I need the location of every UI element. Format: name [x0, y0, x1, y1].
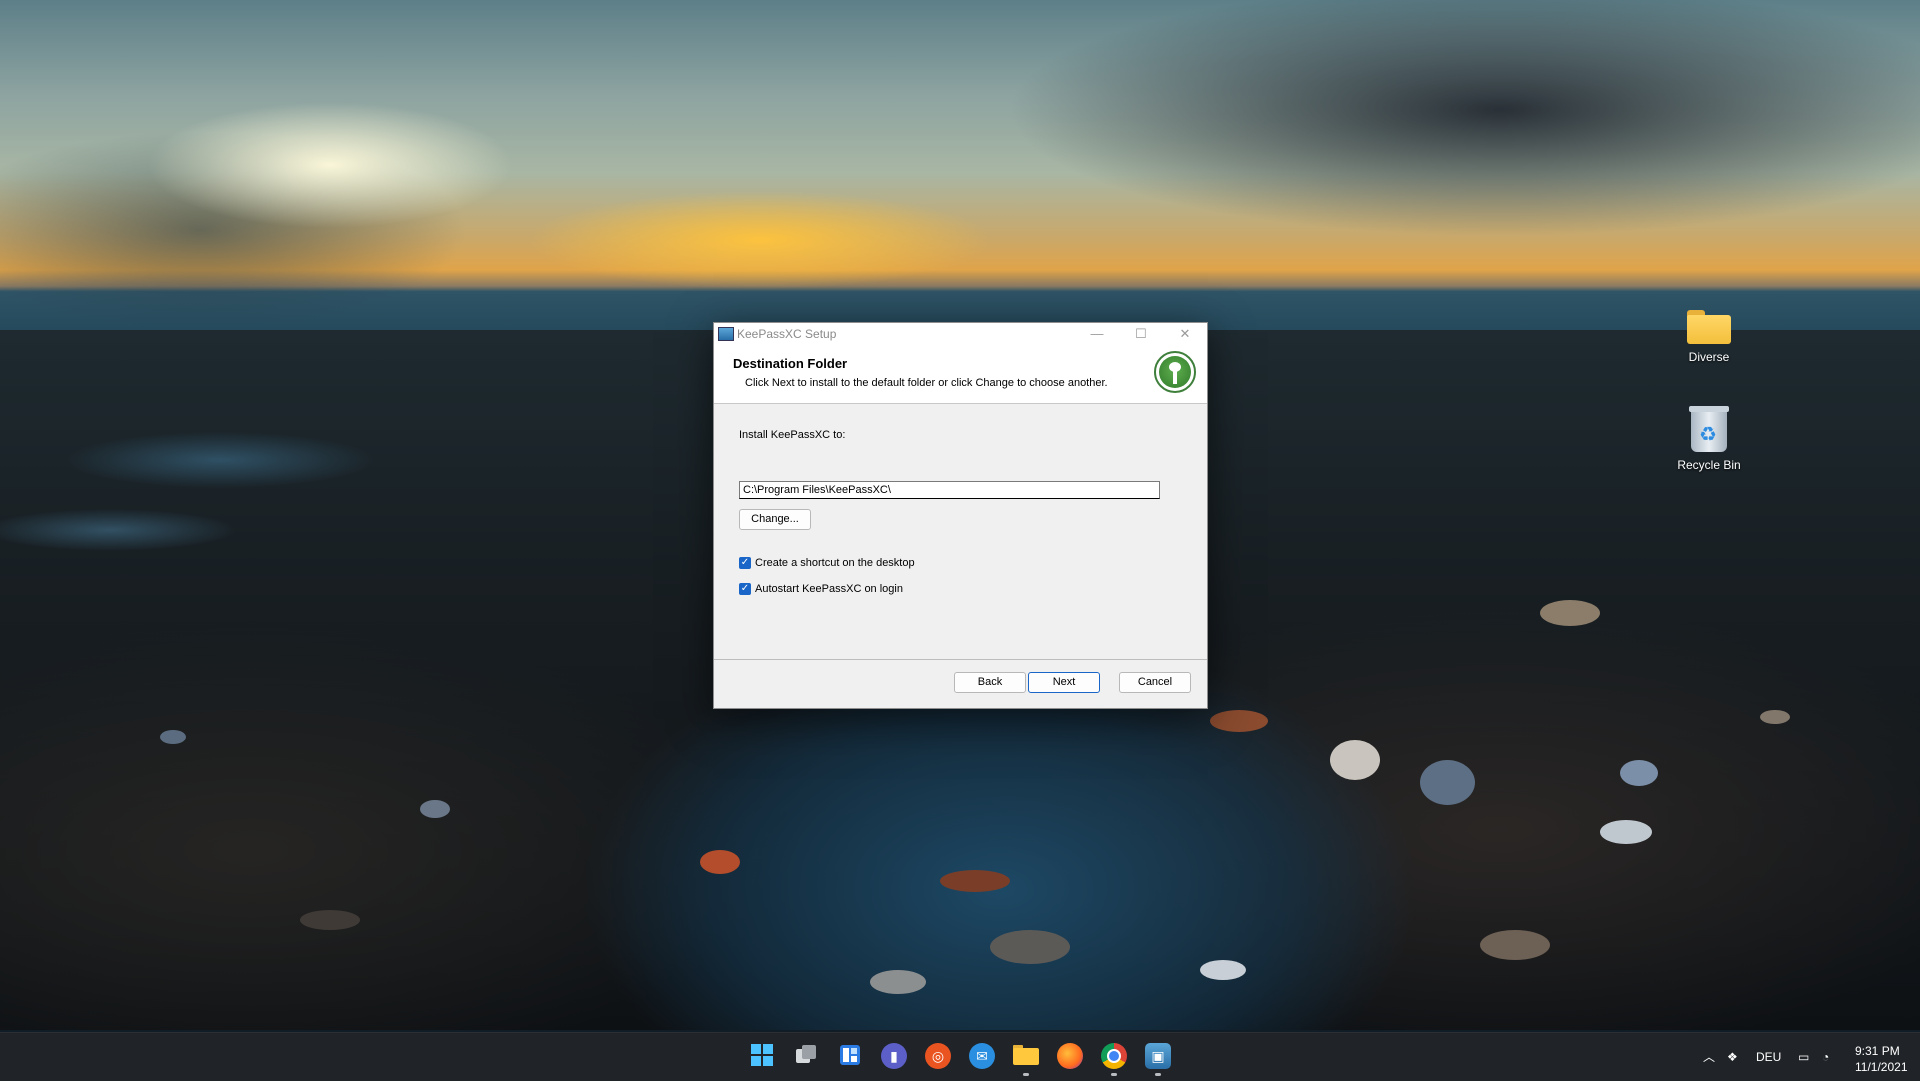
- installer-icon: ▣: [1151, 1048, 1165, 1064]
- chrome-button[interactable]: [1101, 1043, 1127, 1069]
- desktop-icon-label: Recycle Bin: [1677, 458, 1741, 472]
- keepassxc-logo-icon: [1154, 351, 1196, 393]
- page-subheading: Click Next to install to the default fol…: [745, 377, 1108, 389]
- minimize-button[interactable]: —: [1075, 323, 1119, 345]
- running-indicator: [1111, 1073, 1117, 1076]
- cancel-button[interactable]: Cancel: [1119, 672, 1191, 693]
- folder-icon: [1013, 1045, 1039, 1065]
- start-button[interactable]: [749, 1043, 775, 1069]
- setup-dialog: KeePassXC Setup — ☐ ✕ Destination Folder…: [713, 322, 1208, 709]
- windows-icon: [751, 1044, 773, 1066]
- keepassxc-setup-button[interactable]: ▣: [1145, 1043, 1171, 1069]
- shortcut-checkbox[interactable]: ✓: [739, 557, 751, 569]
- network-icon[interactable]: ▭: [1798, 1033, 1809, 1081]
- chrome-icon: [1107, 1049, 1121, 1063]
- checkbox-label: Create a shortcut on the desktop: [755, 557, 915, 569]
- close-button[interactable]: ✕: [1163, 323, 1207, 345]
- checkbox-label: Autostart KeePassXC on login: [755, 583, 903, 595]
- file-explorer-button[interactable]: [1013, 1043, 1039, 1069]
- desktop-icon-diverse[interactable]: Diverse: [1667, 310, 1751, 364]
- app-icon: ✉: [976, 1048, 988, 1064]
- app-button[interactable]: ✉: [969, 1043, 995, 1069]
- chat-icon: ▮: [890, 1048, 898, 1064]
- firefox-button[interactable]: [1057, 1043, 1083, 1069]
- ubuntu-icon: ◎: [931, 1048, 945, 1064]
- recycle-bin-icon: ♻: [1689, 406, 1729, 452]
- dialog-header: Destination Folder Click Next to install…: [714, 345, 1207, 404]
- widgets-icon: [840, 1045, 860, 1065]
- title-bar[interactable]: KeePassXC Setup — ☐ ✕: [714, 323, 1207, 345]
- clock-time[interactable]: 9:31 PM: [1855, 1044, 1900, 1058]
- maximize-button[interactable]: ☐: [1119, 323, 1163, 345]
- taskbar: ▮ ◎ ✉ ▣ ︿ ❖ DEU ▭ ◔ 9:31 PM 11/1/2021: [0, 1032, 1920, 1081]
- chevron-up-icon[interactable]: ︿: [1703, 1033, 1715, 1081]
- sound-icon[interactable]: ◔: [1822, 1033, 1829, 1081]
- install-path-input[interactable]: [739, 481, 1160, 499]
- page-heading: Destination Folder: [733, 356, 848, 371]
- folder-icon: [1687, 310, 1731, 344]
- footer-divider: [714, 659, 1207, 660]
- clock-date[interactable]: 11/1/2021: [1855, 1060, 1908, 1074]
- installer-icon: [718, 327, 734, 341]
- task-view-icon: [796, 1045, 816, 1063]
- running-indicator: [1155, 1073, 1161, 1076]
- window-title: KeePassXC Setup: [737, 327, 837, 341]
- chat-button[interactable]: ▮: [881, 1043, 907, 1069]
- task-view-button[interactable]: [793, 1043, 819, 1069]
- ubuntu-button[interactable]: ◎: [925, 1043, 951, 1069]
- running-indicator: [1023, 1073, 1029, 1076]
- autostart-checkbox[interactable]: ✓: [739, 583, 751, 595]
- language-indicator[interactable]: DEU: [1756, 1033, 1781, 1081]
- change-button[interactable]: Change...: [739, 509, 811, 530]
- desktop-icon-label: Diverse: [1688, 350, 1730, 364]
- install-label: Install KeePassXC to:: [739, 429, 846, 441]
- desktop-icon-recycle-bin[interactable]: ♻ Recycle Bin: [1667, 406, 1751, 472]
- dropbox-icon[interactable]: ❖: [1727, 1033, 1738, 1081]
- widgets-button[interactable]: [837, 1043, 863, 1069]
- next-button[interactable]: Next: [1028, 672, 1100, 693]
- back-button[interactable]: Back: [954, 672, 1026, 693]
